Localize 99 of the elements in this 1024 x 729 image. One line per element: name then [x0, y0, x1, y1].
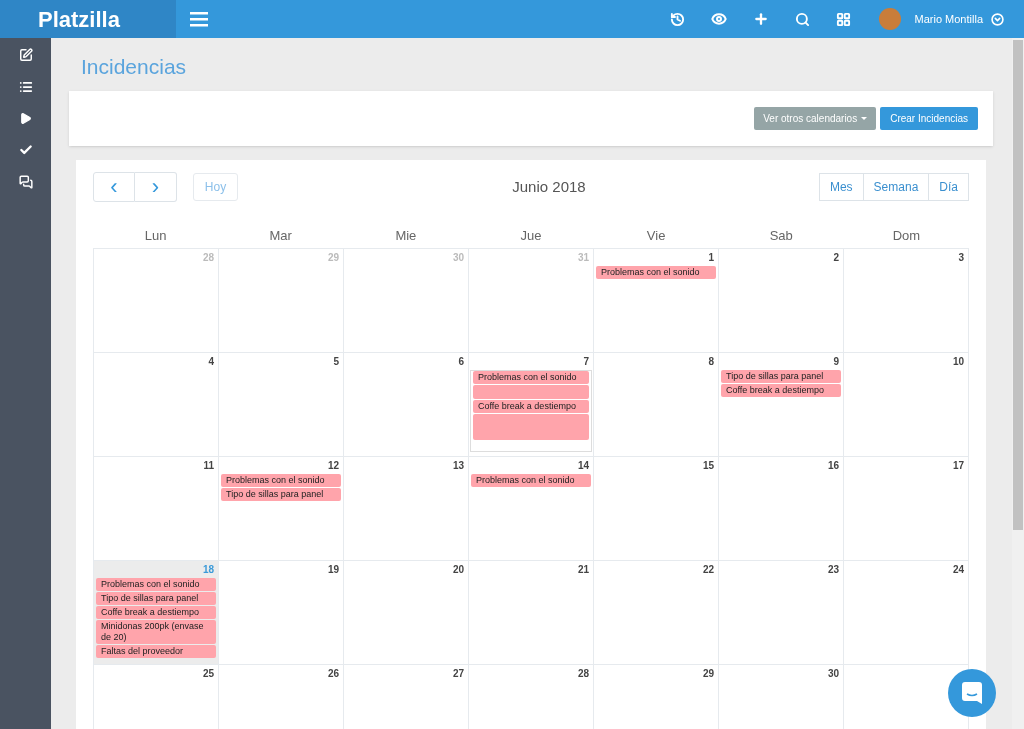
weekday-label: Dom: [892, 227, 921, 245]
day-number: 5: [333, 355, 339, 369]
day-number: 8: [708, 355, 714, 369]
day-number: 21: [577, 563, 589, 577]
check-icon[interactable]: [18, 143, 33, 157]
day-cell[interactable]: 18 Problemas con el sonido Tipo de sillas para panel Coffe break a destiempo Minidonas 200pk (envase de 20) Faltas del proveedor: [94, 561, 219, 665]
day-cell[interactable]: 6: [344, 353, 469, 457]
edit-icon[interactable]: [18, 48, 33, 62]
day-number: 27: [452, 667, 464, 681]
weekday-label: Mar: [269, 227, 292, 245]
day-cell[interactable]: 14 Problemas con el sonido: [469, 457, 594, 561]
view-tab[interactable]: Semana: [862, 173, 930, 201]
day-number: 31: [577, 251, 589, 265]
day-number: 23: [827, 563, 839, 577]
day-number: 30: [827, 667, 839, 681]
event-bar[interactable]: Tipo de sillas para panel: [96, 592, 216, 605]
day-number: 1: [708, 251, 714, 265]
day-cell[interactable]: 24: [844, 561, 969, 665]
view-tab[interactable]: Día: [928, 173, 969, 201]
event-bar[interactable]: Tipo de sillas para panel: [221, 488, 341, 501]
scrollbar[interactable]: [1012, 38, 1024, 729]
list-icon[interactable]: [18, 80, 33, 94]
day-number: 11: [203, 459, 214, 473]
day-cell[interactable]: 13: [344, 457, 469, 561]
day-number: 29: [702, 667, 714, 681]
day-number: 6: [458, 355, 464, 369]
day-cell[interactable]: 5: [219, 353, 344, 457]
grid-icon[interactable]: [835, 11, 851, 27]
event-bar[interactable]: Problemas con el sonido: [473, 371, 589, 384]
search-icon[interactable]: [794, 11, 810, 27]
page-title: Incidencias: [80, 54, 188, 80]
day-cell[interactable]: 22: [594, 561, 719, 665]
day-cell[interactable]: 21: [469, 561, 594, 665]
view-tab[interactable]: Mes: [818, 173, 864, 201]
day-number: 15: [702, 459, 714, 473]
day-number: 25: [202, 667, 214, 681]
event-bar[interactable]: Coffe break a destiempo: [96, 606, 216, 619]
day-cell[interactable]: 4: [94, 353, 219, 457]
day-number: 18: [202, 563, 214, 577]
plus-icon[interactable]: [752, 11, 769, 27]
day-cell[interactable]: 7 Problemas con el sonido Coffe break a destiempo: [469, 353, 594, 457]
comments-icon[interactable]: [18, 175, 33, 189]
caret-icon: [861, 117, 868, 120]
day-number: 28: [202, 251, 214, 265]
day-cell[interactable]: 10: [844, 353, 969, 457]
day-number: 19: [327, 563, 339, 577]
event-bar[interactable]: Problemas con el sonido: [96, 578, 216, 591]
weekday-label: Mie: [395, 227, 417, 245]
month-title: Junio 2018: [511, 176, 586, 197]
day-number: 24: [952, 563, 964, 577]
event-bar[interactable]: Coffe break a destiempo: [473, 400, 589, 413]
day-number: 13: [452, 459, 464, 473]
day-cell[interactable]: 11: [94, 457, 219, 561]
day-number: 4: [208, 355, 214, 369]
day-number: 2: [833, 251, 839, 265]
chevron-icon[interactable]: [991, 12, 1004, 26]
day-number: 29: [327, 251, 339, 265]
event-bar[interactable]: Problemas con el sonido: [596, 266, 716, 279]
weekday-label: Sab: [769, 227, 793, 245]
day-cell[interactable]: 16: [719, 457, 844, 561]
day-number: 20: [452, 563, 464, 577]
chat-icon: [961, 681, 983, 705]
day-cell[interactable]: 17: [844, 457, 969, 561]
day-number: 9: [833, 355, 839, 369]
event-bar[interactable]: Faltas del proveedor: [96, 645, 216, 658]
day-cell[interactable]: 3: [844, 249, 969, 353]
day-cell[interactable]: 12 Problemas con el sonido Tipo de sillas para panel: [219, 457, 344, 561]
play-icon[interactable]: [19, 112, 32, 125]
day-number: 14: [577, 459, 589, 473]
day-number: 17: [952, 459, 964, 473]
day-cell[interactable]: 15: [594, 457, 719, 561]
day-number: 22: [702, 563, 714, 577]
history-icon[interactable]: [669, 11, 685, 27]
event-bar[interactable]: Problemas con el sonido: [221, 474, 341, 487]
event-bar[interactable]: Coffe break a destiempo: [721, 384, 841, 397]
day-number: 3: [958, 251, 964, 265]
day-cell[interactable]: 23: [719, 561, 844, 665]
event-bar[interactable]: Problemas con el sonido: [471, 474, 591, 487]
weekday-label: Lun: [144, 227, 167, 245]
day-cell[interactable]: 9 Tipo de sillas para panel Coffe break a destiempo: [719, 353, 844, 457]
weekday-label: Jue: [520, 227, 542, 245]
day-number: 7: [583, 355, 589, 369]
day-number: 16: [827, 459, 839, 473]
day-cell[interactable]: 20: [344, 561, 469, 665]
logo[interactable]: Platzilla: [0, 0, 176, 38]
day-number: 26: [327, 667, 339, 681]
event-bar[interactable]: Tipo de sillas para panel: [721, 370, 841, 383]
day-cell[interactable]: 1 Problemas con el sonido: [594, 249, 719, 353]
day-number: 12: [327, 459, 339, 473]
day-number: 10: [952, 355, 964, 369]
day-number: 28: [577, 667, 589, 681]
weekday-label: Vie: [646, 227, 666, 245]
day-cell[interactable]: 8: [594, 353, 719, 457]
eye-icon[interactable]: [710, 11, 727, 27]
day-cell[interactable]: 2: [719, 249, 844, 353]
day-cell[interactable]: 19: [219, 561, 344, 665]
menu-icon[interactable]: [190, 11, 208, 27]
day-number: 30: [452, 251, 464, 265]
event-bar[interactable]: Minidonas 200pk (envase de 20): [96, 620, 216, 644]
